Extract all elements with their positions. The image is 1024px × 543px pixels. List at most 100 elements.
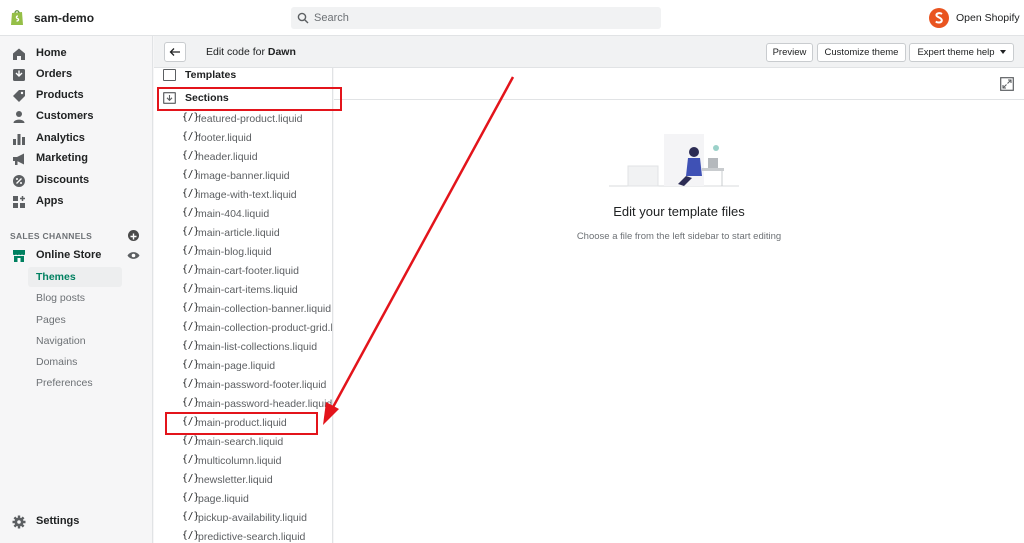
sidebar-item-label: Settings: [36, 515, 80, 527]
sidebar-subitem-pages[interactable]: Pages: [28, 310, 122, 330]
liquid-file-icon: {/}: [182, 150, 200, 161]
file-item[interactable]: {/} featured-product.liquid: [182, 111, 332, 129]
search-icon: [297, 12, 309, 24]
file-item[interactable]: {/} header.liquid: [182, 149, 332, 167]
caret-down-icon: [999, 50, 1006, 55]
file-item[interactable]: {/} main-blog.liquid: [182, 244, 332, 262]
file-item[interactable]: {/} newsletter.liquid: [182, 472, 332, 490]
file-name: main-cart-items.liquid: [198, 284, 298, 296]
file-item[interactable]: {/} main-password-footer.liquid: [182, 377, 332, 395]
liquid-file-icon: {/}: [182, 397, 200, 408]
liquid-file-icon: {/}: [182, 530, 200, 541]
eye-icon[interactable]: [127, 251, 140, 260]
person-icon: [13, 111, 25, 123]
top-bar: sam-demo Search Open Shopify: [0, 0, 1024, 36]
sidebar-subitem-domains[interactable]: Domains: [28, 352, 122, 372]
file-item[interactable]: {/} main-cart-items.liquid: [182, 282, 332, 300]
sidebar-subitem-navigation[interactable]: Navigation: [28, 331, 122, 351]
file-item[interactable]: {/} image-banner.liquid: [182, 168, 332, 186]
sidebar-subitem-label: Navigation: [36, 335, 86, 347]
liquid-file-icon: {/}: [182, 454, 200, 465]
file-name: newsletter.liquid: [198, 474, 273, 486]
file-name: page.liquid: [198, 493, 249, 505]
back-button[interactable]: [164, 42, 186, 62]
liquid-file-icon: {/}: [182, 302, 200, 313]
sidebar-subitem-label: Domains: [36, 356, 78, 368]
file-item[interactable]: {/} main-404.liquid: [182, 206, 332, 224]
sidebar-subitem-preferences[interactable]: Preferences: [28, 373, 122, 393]
search-bar[interactable]: Search: [291, 7, 661, 29]
file-item[interactable]: {/} main-cart-footer.liquid: [182, 263, 332, 281]
file-item[interactable]: {/} multicolumn.liquid: [182, 453, 332, 471]
file-name: footer.liquid: [198, 132, 252, 144]
megaphone-icon: [13, 153, 24, 165]
add-sales-channel-plus-icon[interactable]: [128, 230, 139, 241]
shopify-bag-icon[interactable]: [10, 9, 24, 26]
file-name: main-page.liquid: [198, 360, 276, 372]
file-name: main-404.liquid: [198, 208, 270, 220]
sidebar-subitem-label: Themes: [36, 271, 76, 283]
liquid-file-icon: {/}: [182, 283, 200, 294]
file-name: header.liquid: [198, 151, 258, 163]
gear-icon: [12, 515, 26, 529]
file-item[interactable]: {/} main-search.liquid: [182, 434, 332, 452]
tag-icon: [13, 90, 25, 102]
folder-label: Templates: [185, 69, 237, 81]
sidebar-subitem-themes[interactable]: Themes: [28, 267, 122, 287]
file-name: main-list-collections.liquid: [198, 341, 318, 353]
file-name: main-search.liquid: [198, 436, 284, 448]
sidebar-item-label: Analytics: [36, 132, 85, 144]
file-item[interactable]: {/} predictive-search.liquid: [182, 529, 332, 543]
sidebar-subitem-label: Blog posts: [36, 292, 86, 304]
sidebar-item-settings[interactable]: Settings: [0, 512, 153, 532]
file-name: main-blog.liquid: [198, 246, 272, 258]
customize-theme-button[interactable]: Customize theme: [817, 43, 906, 62]
file-item[interactable]: {/} footer.liquid: [182, 130, 332, 148]
expand-icon[interactable]: [1000, 77, 1014, 91]
file-name: multicolumn.liquid: [198, 455, 282, 467]
search-placeholder: Search: [314, 12, 349, 24]
sidebar-item-label: Customers: [36, 110, 94, 122]
file-item[interactable]: {/} main-list-collections.liquid: [182, 339, 332, 357]
file-item[interactable]: {/} main-collection-banner.liquid: [182, 301, 332, 319]
empty-state-subtitle: Choose a file from the left sidebar to s…: [576, 231, 782, 242]
sidebar-item-discounts[interactable]: Discounts: [0, 171, 153, 191]
file-item[interactable]: {/} pickup-availability.liquid: [182, 510, 332, 528]
sidebar-subitem-blog-posts[interactable]: Blog posts: [28, 288, 122, 308]
file-item[interactable]: {/} main-article.liquid: [182, 225, 332, 243]
liquid-file-icon: {/}: [182, 511, 200, 522]
sidebar-item-label: Home: [36, 47, 67, 59]
discount-icon: [13, 175, 25, 187]
page-title: Edit code for Dawn: [206, 46, 296, 58]
annotation-highlight-main-product: [165, 412, 318, 435]
liquid-file-icon: {/}: [182, 112, 200, 123]
sidebar-item-label: Apps: [36, 195, 64, 207]
file-item[interactable]: {/} main-collection-product-grid.l: [182, 320, 332, 338]
sidebar-item-home[interactable]: Home: [0, 44, 153, 64]
file-item[interactable]: {/} image-with-text.liquid: [182, 187, 332, 205]
liquid-file-icon: {/}: [182, 321, 200, 332]
sidebar-subitem-label: Pages: [36, 314, 66, 326]
file-name: main-password-header.liquid: [198, 398, 333, 410]
liquid-file-icon: {/}: [182, 188, 200, 199]
sidebar-item-analytics[interactable]: Analytics: [0, 129, 153, 149]
liquid-file-icon: {/}: [182, 359, 200, 370]
empty-state-illustration: [609, 134, 739, 187]
sidebar-item-orders[interactable]: Orders: [0, 65, 153, 85]
expert-theme-help-button[interactable]: Expert theme help: [909, 43, 1014, 62]
file-name: main-cart-footer.liquid: [198, 265, 299, 277]
file-item[interactable]: {/} main-page.liquid: [182, 358, 332, 376]
store-name[interactable]: sam-demo: [34, 11, 94, 25]
sidebar-item-customers[interactable]: Customers: [0, 107, 153, 127]
file-item[interactable]: {/} page.liquid: [182, 491, 332, 509]
preview-button[interactable]: Preview: [766, 43, 813, 62]
file-name: main-collection-banner.liquid: [198, 303, 332, 315]
sidebar-item-label: Orders: [36, 68, 73, 80]
file-name: predictive-search.liquid: [198, 531, 306, 543]
liquid-file-icon: {/}: [182, 207, 200, 218]
sidebar-item-marketing[interactable]: Marketing: [0, 149, 153, 169]
apps-icon: [13, 196, 25, 208]
sidebar-item-products[interactable]: Products: [0, 86, 153, 106]
sidebar-item-apps[interactable]: Apps: [0, 192, 153, 212]
expert-help-label: Expert theme help: [917, 47, 995, 58]
